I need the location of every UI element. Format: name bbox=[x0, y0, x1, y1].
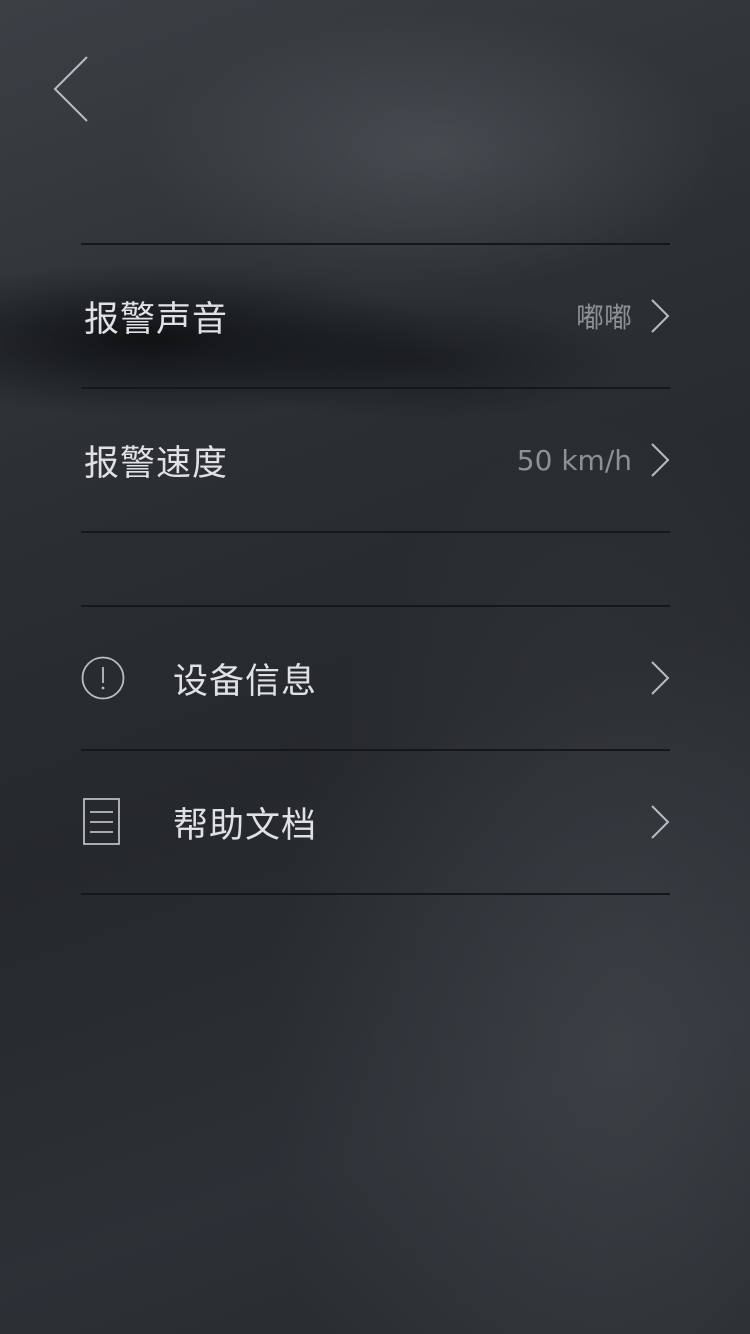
back-button[interactable] bbox=[40, 50, 100, 130]
alarm-sound-row[interactable]: 报警声音 嘟嘟 bbox=[81, 245, 670, 389]
document-icon bbox=[83, 798, 120, 845]
chevron-right-icon bbox=[651, 443, 670, 477]
chevron-right-icon bbox=[651, 805, 670, 839]
info-settings-group: 设备信息 帮助文档 bbox=[81, 605, 670, 895]
help-docs-row[interactable]: 帮助文档 bbox=[81, 751, 670, 895]
alarm-speed-value: 50 km/h bbox=[516, 443, 632, 477]
alarm-speed-label: 报警速度 bbox=[84, 443, 229, 484]
chevron-left-icon bbox=[53, 56, 88, 122]
help-docs-label: 帮助文档 bbox=[173, 805, 318, 846]
chevron-right-icon bbox=[651, 661, 670, 695]
alarm-sound-label: 报警声音 bbox=[84, 299, 229, 340]
alarm-speed-row[interactable]: 报警速度 50 km/h bbox=[81, 389, 670, 533]
device-info-label: 设备信息 bbox=[173, 661, 318, 702]
alarm-sound-value: 嘟嘟 bbox=[575, 301, 632, 334]
chevron-right-icon bbox=[651, 299, 670, 333]
settings-page: 报警声音 嘟嘟 报警速度 50 km/h 设备信息 帮助文档 bbox=[0, 0, 750, 1334]
alarm-settings-group: 报警声音 嘟嘟 报警速度 50 km/h bbox=[81, 243, 670, 533]
device-info-row[interactable]: 设备信息 bbox=[81, 607, 670, 751]
info-circle-icon bbox=[81, 656, 125, 700]
